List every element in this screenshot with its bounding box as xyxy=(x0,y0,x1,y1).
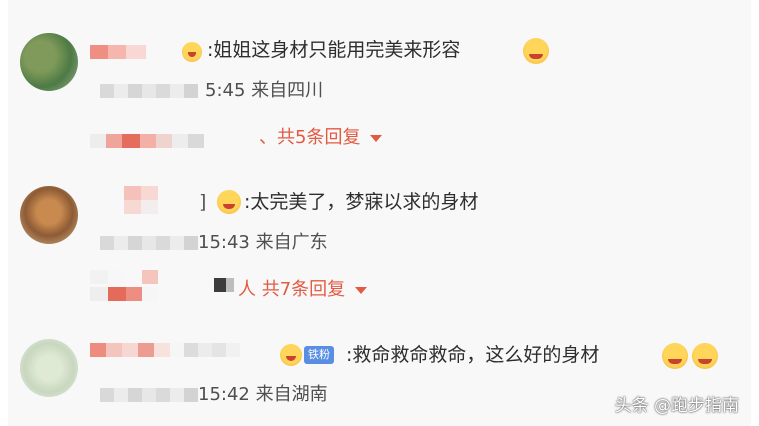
replier-mosaic xyxy=(90,287,158,301)
username-mosaic[interactable] xyxy=(124,200,158,214)
comment-meta: 5:45 来自四川 xyxy=(205,80,324,101)
reply-label: 人 共7条回复 xyxy=(238,279,346,300)
chevron-down-icon xyxy=(355,286,368,294)
comment-text-prefix: ] xyxy=(199,191,207,213)
comment-text: :救命救命救命，这么好的身材 xyxy=(346,344,600,366)
avatar[interactable] xyxy=(20,186,78,244)
reply-link[interactable]: 、共5条回复 xyxy=(259,127,383,149)
avatar[interactable] xyxy=(20,339,78,397)
timestamp-mosaic xyxy=(100,84,198,98)
username-mosaic[interactable] xyxy=(90,343,240,357)
emoji-icon xyxy=(280,344,302,366)
replier-mosaic xyxy=(214,278,234,292)
reply-label: 、共5条回复 xyxy=(259,127,361,148)
timestamp-mosaic xyxy=(100,236,198,250)
emoji-icon xyxy=(523,38,549,64)
emoji-icon xyxy=(182,42,202,62)
reply-link[interactable]: 人 共7条回复 xyxy=(238,279,368,301)
chevron-down-icon xyxy=(370,134,383,142)
emoji-icon xyxy=(217,190,241,214)
replier-mosaic xyxy=(90,134,204,148)
username-mosaic[interactable] xyxy=(90,45,146,59)
comment-meta: 15:43 来自广东 xyxy=(198,232,328,253)
timestamp-mosaic xyxy=(100,388,198,402)
comment-text: :姐姐这身材只能用完美来形容 xyxy=(207,39,461,61)
username-mosaic[interactable] xyxy=(124,186,158,200)
comment-meta: 15:42 来自湖南 xyxy=(198,384,328,405)
avatar[interactable] xyxy=(20,33,78,91)
emoji-icon xyxy=(662,343,688,369)
comment-text: :太完美了，梦寐以求的身材 xyxy=(244,191,479,213)
comment-panel: :姐姐这身材只能用完美来形容 5:45 来自四川 、共5条回复 ] :太完美了，… xyxy=(8,0,751,426)
emoji-icon xyxy=(692,343,718,369)
fan-badge-icon: 铁粉 xyxy=(304,346,334,364)
watermark: 头条 @跑步指南 xyxy=(614,396,739,416)
replier-mosaic xyxy=(90,270,158,284)
